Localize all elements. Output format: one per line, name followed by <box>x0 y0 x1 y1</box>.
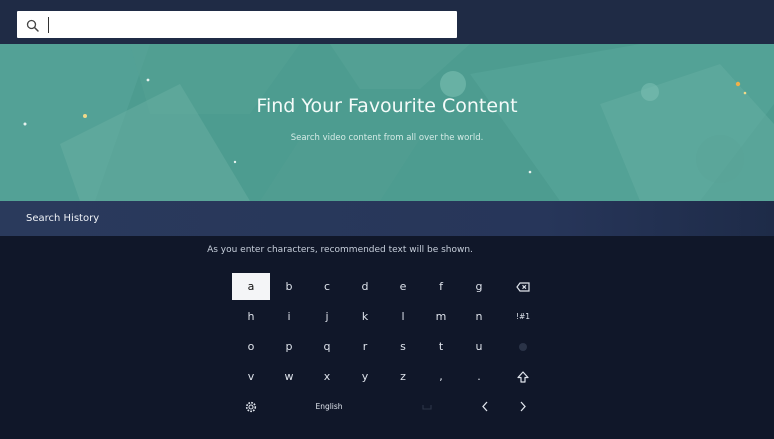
key-w[interactable]: w <box>270 363 308 390</box>
chevron-left-icon <box>482 401 488 412</box>
top-bar <box>0 0 774 44</box>
key-f[interactable]: f <box>422 273 460 300</box>
cursor-right-key[interactable] <box>504 393 542 420</box>
settings-key[interactable] <box>232 393 270 420</box>
settings-icon <box>245 401 257 412</box>
key-n[interactable]: n <box>460 303 498 330</box>
search-history-title: Search History <box>26 213 100 224</box>
backspace-icon <box>516 281 530 292</box>
text-caret <box>48 17 49 33</box>
language-key[interactable]: English <box>294 393 364 420</box>
search-box[interactable] <box>17 11 457 38</box>
search-history-header: Search History <box>0 201 774 236</box>
symbols-key[interactable]: !#1 <box>504 303 542 330</box>
key-e[interactable]: e <box>384 273 422 300</box>
key-g[interactable]: g <box>460 273 498 300</box>
key-period[interactable]: . <box>460 363 498 390</box>
chevron-right-icon <box>520 401 526 412</box>
recommendation-hint: As you enter characters, recommended tex… <box>207 245 473 255</box>
key-a[interactable]: a <box>232 273 270 300</box>
hero-background-pattern <box>0 44 774 201</box>
key-i[interactable]: i <box>270 303 308 330</box>
key-y[interactable]: y <box>346 363 384 390</box>
key-d[interactable]: d <box>346 273 384 300</box>
key-x[interactable]: x <box>308 363 346 390</box>
shift-key[interactable] <box>504 363 542 390</box>
key-b[interactable]: b <box>270 273 308 300</box>
key-t[interactable]: t <box>422 333 460 360</box>
key-comma[interactable]: , <box>422 363 460 390</box>
key-l[interactable]: l <box>384 303 422 330</box>
space-icon <box>422 404 432 410</box>
search-input[interactable] <box>44 13 424 36</box>
key-o[interactable]: o <box>232 333 270 360</box>
space-key[interactable] <box>408 393 446 420</box>
key-m[interactable]: m <box>422 303 460 330</box>
disabled-key <box>504 333 542 360</box>
on-screen-keyboard: a b c d e f g h i j k l m n !#1 o p q r … <box>232 273 542 423</box>
key-j[interactable]: j <box>308 303 346 330</box>
key-u[interactable]: u <box>460 333 498 360</box>
cursor-left-key[interactable] <box>466 393 504 420</box>
key-q[interactable]: q <box>308 333 346 360</box>
key-z[interactable]: z <box>384 363 422 390</box>
backspace-key[interactable] <box>504 273 542 300</box>
hero-banner: Find Your Favourite Content Search video… <box>0 44 774 201</box>
key-h[interactable]: h <box>232 303 270 330</box>
key-c[interactable]: c <box>308 273 346 300</box>
key-k[interactable]: k <box>346 303 384 330</box>
dot-icon <box>519 342 527 351</box>
shift-icon <box>517 370 529 383</box>
key-v[interactable]: v <box>232 363 270 390</box>
key-r[interactable]: r <box>346 333 384 360</box>
key-p[interactable]: p <box>270 333 308 360</box>
hero-title: Find Your Favourite Content <box>256 95 518 117</box>
key-s[interactable]: s <box>384 333 422 360</box>
hero-subtitle: Search video content from all over the w… <box>290 133 484 143</box>
search-icon <box>26 18 40 32</box>
